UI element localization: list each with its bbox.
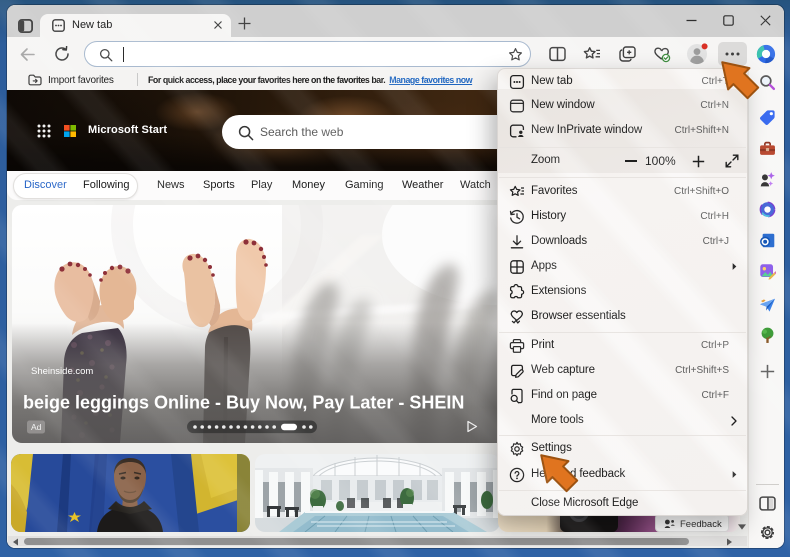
svg-text:Sheinside.com: Sheinside.com: [31, 366, 93, 377]
svg-text:beige leggings Online - Buy No: beige leggings Online - Buy Now, Pay Lat…: [23, 393, 464, 413]
svg-text:Ad: Ad: [31, 422, 42, 432]
